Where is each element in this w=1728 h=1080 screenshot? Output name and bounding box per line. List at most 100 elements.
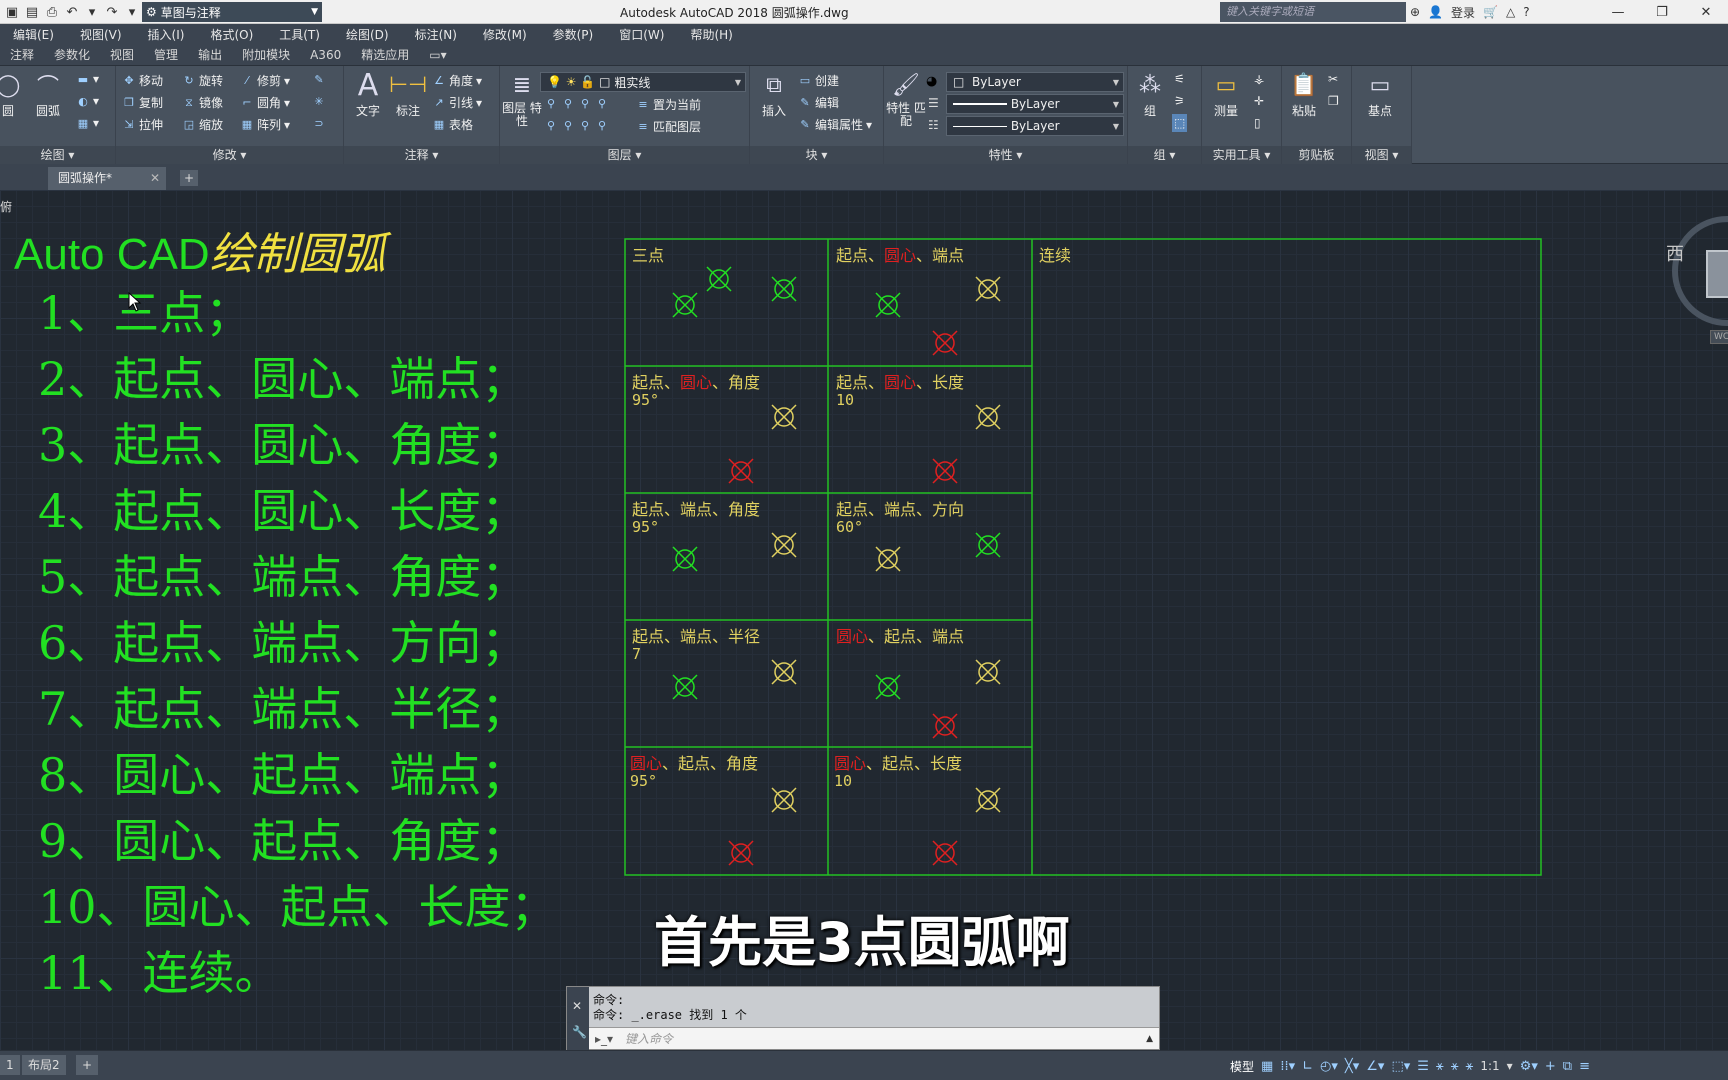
- binoculars-icon[interactable]: ⊕: [1410, 5, 1420, 19]
- layer-properties-button[interactable]: ≣ 图层 特性: [500, 66, 544, 128]
- hatch-button[interactable]: ◐ ▾: [76, 94, 99, 108]
- rotate-button[interactable]: ↻ 旋转: [182, 72, 223, 89]
- ortho-icon[interactable]: ∟: [1302, 1059, 1313, 1074]
- panel-title-block[interactable]: 块 ▾: [750, 146, 883, 164]
- insert-block-button[interactable]: ⧉ 插入: [752, 66, 796, 119]
- undo-icon[interactable]: ↶: [64, 4, 80, 20]
- panel-title-groups[interactable]: 组 ▾: [1128, 146, 1201, 164]
- otrack-icon[interactable]: ∠▾: [1366, 1059, 1384, 1074]
- maximize-icon[interactable]: ❐: [1640, 0, 1684, 24]
- redo-dropdown-icon[interactable]: ▾: [124, 4, 140, 20]
- doc-tab-arc[interactable]: 圆弧操作* ✕: [48, 167, 166, 190]
- base-view-button[interactable]: ▭ 基点: [1358, 66, 1402, 119]
- grid-icon[interactable]: ▦: [1261, 1059, 1273, 1074]
- redo-icon[interactable]: ↷: [104, 4, 120, 20]
- cut-icon[interactable]: ✂: [1328, 72, 1338, 86]
- annotation-scale-icon[interactable]: ⚹: [1466, 1059, 1474, 1074]
- menu-draw[interactable]: 绘图(D): [333, 26, 402, 43]
- group-edit-icon[interactable]: ⚞: [1174, 94, 1185, 108]
- polar-icon[interactable]: ◴▾: [1320, 1059, 1338, 1074]
- fillet-button[interactable]: ⌐ 圆角 ▾: [240, 94, 290, 111]
- plot-icon[interactable]: ⎙: [44, 4, 60, 20]
- saveas-icon[interactable]: ▤: [24, 4, 40, 20]
- measure-button[interactable]: ▭ 测量: [1204, 66, 1248, 119]
- tab-more-icon[interactable]: ▭▾: [419, 48, 456, 62]
- layout-tab-2[interactable]: 布局2: [22, 1055, 66, 1075]
- point-icon[interactable]: ✛: [1254, 94, 1264, 108]
- arc-button[interactable]: ⌒ 圆弧: [26, 66, 70, 119]
- undo-dropdown-icon[interactable]: ▾: [84, 4, 100, 20]
- match-layer-button[interactable]: ≡ 匹配图层: [636, 118, 701, 135]
- autoscale-icon[interactable]: ⚹: [1451, 1059, 1459, 1074]
- tab-addins[interactable]: 附加模块: [232, 46, 300, 63]
- customize-icon[interactable]: ≡: [1579, 1059, 1590, 1074]
- leader-button[interactable]: ↗ 引线 ▾: [432, 94, 482, 111]
- model-space-button[interactable]: 模型: [1230, 1058, 1254, 1075]
- create-block-button[interactable]: ▭ 创建: [798, 72, 839, 89]
- table-button[interactable]: ▦ 表格: [432, 116, 473, 133]
- chevron-up-icon[interactable]: ▲: [1146, 1028, 1153, 1050]
- panel-title-properties[interactable]: 特性 ▾: [884, 146, 1127, 164]
- isolate-icon[interactable]: ⧉: [1563, 1059, 1572, 1074]
- lineweight-select[interactable]: ByLayer ▼: [946, 94, 1124, 114]
- a360-icon[interactable]: △: [1506, 5, 1515, 19]
- move-button[interactable]: ✥ 移动: [122, 72, 163, 89]
- copy-button[interactable]: ❐ 复制: [122, 94, 163, 111]
- angle-dim-button[interactable]: ∠ 角度 ▾: [432, 72, 482, 89]
- erase-button[interactable]: ✎: [312, 72, 326, 86]
- panel-title-annotation[interactable]: 注释 ▾: [344, 146, 499, 164]
- menu-dimension[interactable]: 标注(N): [402, 26, 470, 43]
- mirror-button[interactable]: ⧖ 镜像: [182, 94, 223, 111]
- color-select[interactable]: □ ByLayer ▼: [946, 72, 1124, 92]
- scale-select[interactable]: 1:1: [1480, 1059, 1499, 1073]
- user-icon[interactable]: 👤: [1428, 5, 1443, 19]
- search-input[interactable]: 键入关键字或短语: [1220, 2, 1406, 22]
- menu-parametric[interactable]: 参数(P): [540, 26, 607, 43]
- match-properties-button[interactable]: 🖌 特性 匹配: [884, 66, 928, 128]
- explode-button[interactable]: ✳: [312, 94, 326, 108]
- workspace-switch-icon[interactable]: ⚙▾: [1520, 1059, 1538, 1074]
- minimize-icon[interactable]: —: [1596, 0, 1640, 24]
- annotation-visibility-icon[interactable]: ⚹: [1436, 1059, 1444, 1074]
- help-icon[interactable]: ?: [1523, 5, 1529, 19]
- layer-tools-row2[interactable]: ⚲ ⚲ ⚲ ⚲: [544, 118, 609, 132]
- isodraft-icon[interactable]: ╳▾: [1345, 1059, 1359, 1074]
- group-button[interactable]: ⁂ 组: [1128, 66, 1172, 119]
- login-link[interactable]: 登录: [1451, 4, 1475, 21]
- panel-title-utilities[interactable]: 实用工具 ▾: [1202, 146, 1281, 164]
- viewcube-west[interactable]: 西: [1666, 240, 1684, 266]
- cart-icon[interactable]: 🛒: [1483, 5, 1498, 19]
- command-input[interactable]: ▸_▾ 键入命令 ▲: [589, 1027, 1159, 1049]
- wrench-icon[interactable]: 🔧: [572, 1025, 587, 1039]
- panel-title-clipboard[interactable]: 剪贴板: [1282, 146, 1351, 164]
- menu-modify[interactable]: 修改(M): [470, 26, 540, 43]
- new-tab-button[interactable]: +: [180, 170, 198, 186]
- rectangle-button[interactable]: ▬ ▾: [76, 72, 99, 86]
- ungroup-icon[interactable]: ⚟: [1174, 72, 1185, 86]
- lineweight-toggle-icon[interactable]: ☰: [1417, 1059, 1429, 1074]
- tab-parametric[interactable]: 参数化: [44, 46, 100, 63]
- make-current-button[interactable]: ≡ 置为当前: [636, 96, 701, 113]
- copy-clip-icon[interactable]: ❐: [1328, 94, 1339, 108]
- text-button[interactable]: A 文字: [346, 66, 390, 119]
- tab-view[interactable]: 视图: [100, 46, 144, 63]
- offset-button[interactable]: ⊃: [312, 116, 326, 130]
- tab-manage[interactable]: 管理: [144, 46, 188, 63]
- layout-tab-1[interactable]: 1: [0, 1055, 20, 1075]
- close-icon[interactable]: ✕: [150, 167, 160, 190]
- edit-attribute-button[interactable]: ✎ 编辑属性 ▾: [798, 116, 872, 133]
- region-button[interactable]: ▦ ▾: [76, 116, 99, 130]
- panel-title-modify[interactable]: 修改 ▾: [116, 146, 343, 164]
- save-icon[interactable]: ▣: [4, 4, 20, 20]
- edit-block-button[interactable]: ✎ 编辑: [798, 94, 839, 111]
- tab-a360[interactable]: A360: [300, 48, 351, 62]
- calculator-icon[interactable]: ▯: [1254, 116, 1261, 130]
- osnap-icon[interactable]: ⬚▾: [1391, 1059, 1410, 1074]
- close-icon[interactable]: ✕: [572, 999, 582, 1013]
- layer-select[interactable]: 💡 ☀ 🔓 □ 粗实线 ▼: [540, 72, 746, 92]
- menu-insert[interactable]: 插入(I): [135, 26, 198, 43]
- array-button[interactable]: ▦ 阵列 ▾: [240, 116, 290, 133]
- drawing-area[interactable]: 俯 Auto CAD绘制圆弧 1、三点； 2、起点、圆心、端点； 3、起点、圆心…: [0, 190, 1728, 1050]
- panel-title-draw[interactable]: 绘图 ▾: [0, 146, 115, 164]
- menu-tools[interactable]: 工具(T): [266, 26, 333, 43]
